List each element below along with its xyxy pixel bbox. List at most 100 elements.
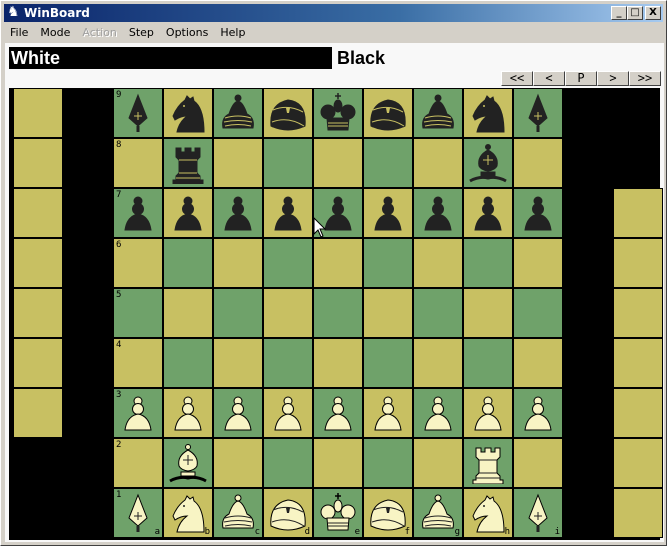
white-rook-icon[interactable] [467, 442, 509, 484]
white-pawn-icon[interactable] [517, 392, 559, 434]
white-gold-general-icon[interactable] [367, 492, 409, 534]
black-pawn-icon[interactable] [167, 192, 209, 234]
square-c7[interactable] [213, 188, 263, 238]
square-h1[interactable]: h [463, 488, 513, 538]
black-rook-icon[interactable] [167, 142, 209, 184]
black-gold-general-icon[interactable] [367, 92, 409, 134]
white-pawn-icon[interactable] [317, 392, 359, 434]
black-gold-general-icon[interactable] [267, 92, 309, 134]
square-f4[interactable] [363, 338, 413, 388]
square-f3[interactable] [363, 388, 413, 438]
white-holdings-square[interactable] [13, 238, 63, 288]
white-knight-icon[interactable] [167, 492, 209, 534]
white-holdings-square[interactable] [13, 138, 63, 188]
square-d1[interactable]: d [263, 488, 313, 538]
square-i9[interactable] [513, 88, 563, 138]
black-lance-icon[interactable] [517, 92, 559, 134]
white-pawn-icon[interactable] [417, 392, 459, 434]
square-g8[interactable] [413, 138, 463, 188]
square-c1[interactable]: c [213, 488, 263, 538]
white-pawn-icon[interactable] [267, 392, 309, 434]
square-g2[interactable] [413, 438, 463, 488]
square-c9[interactable] [213, 88, 263, 138]
white-pawn-icon[interactable] [367, 392, 409, 434]
square-b5[interactable] [163, 288, 213, 338]
menu-step[interactable]: Step [123, 23, 160, 42]
white-bishop-icon[interactable] [167, 442, 209, 484]
square-b1[interactable]: b [163, 488, 213, 538]
square-b6[interactable] [163, 238, 213, 288]
square-f7[interactable] [363, 188, 413, 238]
square-d3[interactable] [263, 388, 313, 438]
minimize-button[interactable]: _ [611, 6, 627, 20]
square-f5[interactable] [363, 288, 413, 338]
square-a2[interactable]: 2 [113, 438, 163, 488]
square-c4[interactable] [213, 338, 263, 388]
nav-first-button[interactable]: << [501, 71, 533, 86]
black-holdings-square[interactable] [613, 288, 663, 338]
square-i1[interactable]: i [513, 488, 563, 538]
white-holdings-square[interactable] [13, 288, 63, 338]
square-g7[interactable] [413, 188, 463, 238]
square-a7[interactable]: 7 [113, 188, 163, 238]
square-d4[interactable] [263, 338, 313, 388]
black-silver-general-icon[interactable] [417, 92, 459, 134]
square-b8[interactable] [163, 138, 213, 188]
menu-action[interactable]: Action [76, 23, 122, 42]
black-pawn-icon[interactable] [417, 192, 459, 234]
square-i3[interactable] [513, 388, 563, 438]
black-silver-general-icon[interactable] [217, 92, 259, 134]
nav-back-button[interactable]: < [533, 71, 565, 86]
nav-pause-button[interactable]: P [565, 71, 597, 86]
square-i5[interactable] [513, 288, 563, 338]
black-holdings-square[interactable] [613, 238, 663, 288]
black-pawn-icon[interactable] [367, 192, 409, 234]
black-bishop-icon[interactable] [467, 142, 509, 184]
square-i7[interactable] [513, 188, 563, 238]
black-pawn-icon[interactable] [117, 192, 159, 234]
square-f8[interactable] [363, 138, 413, 188]
black-holdings-square[interactable] [613, 438, 663, 488]
square-e1[interactable]: e [313, 488, 363, 538]
square-e9[interactable] [313, 88, 363, 138]
black-holdings-square[interactable] [613, 338, 663, 388]
square-b9[interactable] [163, 88, 213, 138]
square-i4[interactable] [513, 338, 563, 388]
square-b3[interactable] [163, 388, 213, 438]
square-c2[interactable] [213, 438, 263, 488]
menu-help[interactable]: Help [214, 23, 251, 42]
white-silver-general-icon[interactable] [417, 492, 459, 534]
black-lance-icon[interactable] [117, 92, 159, 134]
square-g4[interactable] [413, 338, 463, 388]
square-i2[interactable] [513, 438, 563, 488]
square-g5[interactable] [413, 288, 463, 338]
square-c3[interactable] [213, 388, 263, 438]
square-d6[interactable] [263, 238, 313, 288]
menu-options[interactable]: Options [160, 23, 214, 42]
square-h7[interactable] [463, 188, 513, 238]
black-pawn-icon[interactable] [517, 192, 559, 234]
nav-forward-button[interactable]: > [597, 71, 629, 86]
square-f2[interactable] [363, 438, 413, 488]
square-h2[interactable] [463, 438, 513, 488]
white-pawn-icon[interactable] [167, 392, 209, 434]
square-b2[interactable] [163, 438, 213, 488]
square-a8[interactable]: 8 [113, 138, 163, 188]
square-f1[interactable]: f [363, 488, 413, 538]
square-h8[interactable] [463, 138, 513, 188]
white-holdings-square[interactable] [13, 338, 63, 388]
square-g1[interactable]: g [413, 488, 463, 538]
white-lance-icon[interactable] [117, 492, 159, 534]
white-pawn-icon[interactable] [217, 392, 259, 434]
white-pawn-icon[interactable] [117, 392, 159, 434]
square-g6[interactable] [413, 238, 463, 288]
square-c5[interactable] [213, 288, 263, 338]
white-holdings-square[interactable] [13, 188, 63, 238]
menu-file[interactable]: File [4, 23, 34, 42]
square-f6[interactable] [363, 238, 413, 288]
square-d7[interactable] [263, 188, 313, 238]
square-a9[interactable]: 9 [113, 88, 163, 138]
square-h5[interactable] [463, 288, 513, 338]
square-e2[interactable] [313, 438, 363, 488]
square-g9[interactable] [413, 88, 463, 138]
